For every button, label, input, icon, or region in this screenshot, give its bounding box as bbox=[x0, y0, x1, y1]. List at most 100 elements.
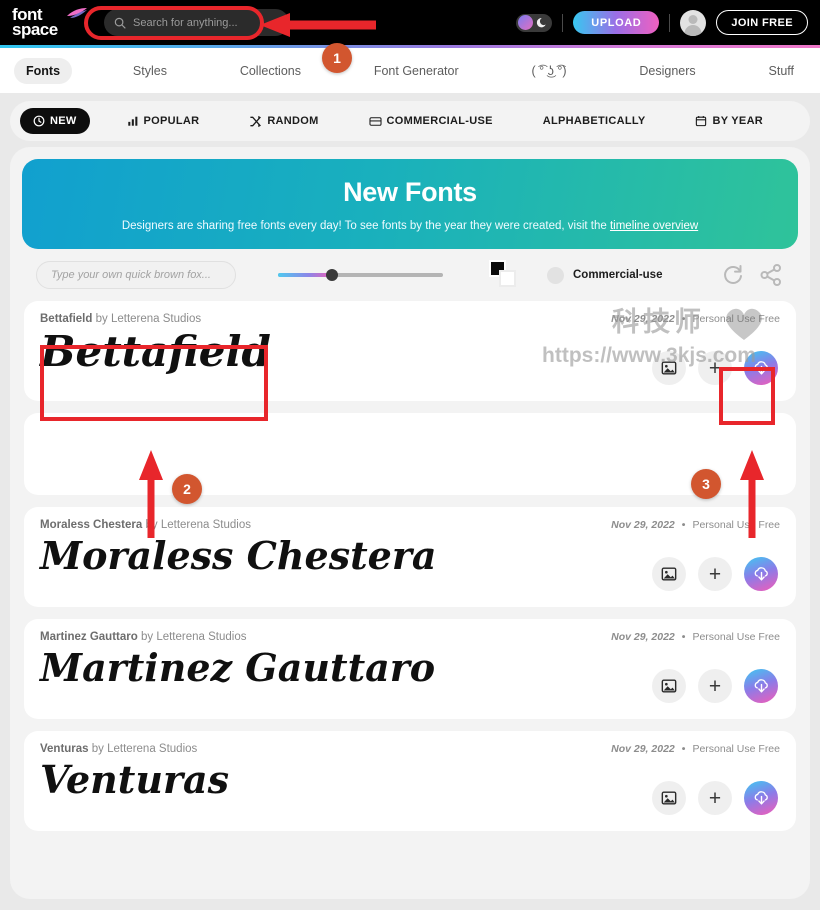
font-size-slider[interactable] bbox=[278, 267, 443, 283]
filter-new[interactable]: NEW bbox=[20, 108, 90, 134]
filter-alphabetically[interactable]: ALPHABETICALLY bbox=[530, 108, 659, 134]
share-icon[interactable] bbox=[758, 262, 784, 288]
font-date: Nov 29, 2022 bbox=[611, 743, 675, 755]
filter-random[interactable]: RANDOM bbox=[236, 108, 331, 135]
preview-controls: Commercial-use bbox=[22, 249, 798, 301]
filter-section: NEW POPULAR RANDOM COMMERCIAL-USE ALPHAB… bbox=[0, 93, 820, 147]
nav-item-collections[interactable]: Collections bbox=[228, 58, 313, 84]
font-designer[interactable]: Letterena Studios bbox=[161, 519, 251, 531]
font-card-venturas[interactable]: Venturas by Letterena Studios Nov 29, 20… bbox=[24, 731, 796, 831]
nav-item-styles[interactable]: Styles bbox=[121, 58, 179, 84]
nav-item-lenny-face[interactable]: ( ͡° ͜ʖ ͡°) bbox=[519, 58, 578, 84]
font-card-header: Bettafield by Letterena Studios Nov 29, … bbox=[40, 313, 780, 325]
download-button[interactable] bbox=[744, 669, 778, 703]
slider-fill bbox=[278, 273, 333, 277]
shuffle-icon bbox=[250, 115, 262, 127]
nav-item-fonts[interactable]: Fonts bbox=[14, 57, 73, 84]
filter-commercial-use[interactable]: COMMERCIAL-USE bbox=[356, 108, 506, 135]
download-button[interactable] bbox=[744, 557, 778, 591]
meta-separator: • bbox=[681, 313, 686, 325]
meta-separator: • bbox=[681, 519, 686, 531]
add-to-collection-icon: + bbox=[708, 674, 722, 698]
dark-mode-toggle[interactable] bbox=[516, 13, 553, 32]
nav-item-designers[interactable]: Designers bbox=[627, 58, 707, 84]
add-to-collection-button[interactable]: + bbox=[698, 557, 732, 591]
filter-popular-label: POPULAR bbox=[143, 115, 200, 127]
font-title: Venturas by Letterena Studios bbox=[40, 743, 197, 755]
add-to-collection-button[interactable]: + bbox=[698, 669, 732, 703]
font-card-header: Moraless Chestera by Letterena Studios N… bbox=[40, 519, 780, 531]
font-by-prefix: by bbox=[92, 313, 111, 325]
font-name: Bettafield bbox=[40, 313, 93, 325]
search-icon bbox=[114, 17, 126, 29]
page-root: font space UPLOAD bbox=[0, 0, 820, 910]
font-meta: Nov 29, 2022 • Personal Use Free bbox=[611, 743, 780, 755]
search-input[interactable] bbox=[133, 16, 279, 29]
join-free-button[interactable]: JOIN FREE bbox=[716, 10, 808, 35]
refresh-icon[interactable] bbox=[720, 262, 746, 288]
page-title: New Fonts bbox=[343, 176, 477, 207]
font-card-moraless-chestera[interactable]: Moraless Chestera by Letterena Studios N… bbox=[24, 507, 796, 607]
main-nav: Fonts Styles Collections Font Generator … bbox=[0, 48, 820, 93]
filter-commercial-use-label: COMMERCIAL-USE bbox=[386, 115, 493, 127]
annotation-badge-2: 2 bbox=[172, 474, 202, 504]
download-button[interactable] bbox=[744, 781, 778, 815]
font-license: Personal Use Free bbox=[692, 519, 780, 531]
add-to-collection-button[interactable]: + bbox=[698, 781, 732, 815]
color-swatches[interactable] bbox=[489, 260, 519, 290]
font-list: Bettafield by Letterena Studios Nov 29, … bbox=[22, 301, 798, 831]
image-preview-icon bbox=[661, 361, 677, 375]
font-card-header: Martinez Gauttaro by Letterena Studios N… bbox=[40, 631, 780, 643]
image-preview-button[interactable] bbox=[652, 351, 686, 385]
moon-icon bbox=[537, 17, 547, 27]
bar-chart-icon bbox=[127, 116, 137, 126]
swoosh-icon bbox=[67, 7, 87, 18]
font-by-prefix: by bbox=[88, 743, 108, 755]
preview-text-input[interactable] bbox=[36, 261, 236, 289]
header-divider-2 bbox=[669, 13, 671, 32]
background-color-swatch[interactable] bbox=[499, 270, 516, 287]
font-designer[interactable]: Letterena Studios bbox=[156, 631, 246, 643]
search-box[interactable] bbox=[104, 9, 289, 36]
main-content: New Fonts Designers are sharing free fon… bbox=[10, 147, 810, 899]
font-license: Personal Use Free bbox=[692, 743, 780, 755]
font-card-placeholder bbox=[24, 413, 796, 495]
font-by-prefix: by bbox=[137, 631, 157, 643]
nav-item-font-generator[interactable]: Font Generator bbox=[362, 58, 471, 84]
add-to-collection-button[interactable]: + bbox=[698, 351, 732, 385]
filter-new-label: NEW bbox=[50, 115, 77, 127]
nav-item-stuff[interactable]: Stuff bbox=[757, 58, 806, 84]
calendar-icon bbox=[696, 116, 707, 127]
download-icon bbox=[754, 790, 768, 805]
font-card-bettafield[interactable]: Bettafield by Letterena Studios Nov 29, … bbox=[24, 301, 796, 401]
image-preview-icon bbox=[661, 679, 677, 693]
filter-by-year-label: BY YEAR bbox=[712, 115, 764, 127]
image-preview-icon bbox=[661, 567, 677, 581]
slider-thumb[interactable] bbox=[326, 269, 338, 281]
upload-button[interactable]: UPLOAD bbox=[573, 11, 660, 34]
font-name: Moraless Chestera bbox=[40, 519, 143, 531]
font-by-prefix: by bbox=[142, 519, 161, 531]
font-designer[interactable]: Letterena Studios bbox=[107, 743, 197, 755]
site-header: font space UPLOAD bbox=[0, 0, 820, 45]
timeline-overview-link[interactable]: timeline overview bbox=[610, 220, 698, 232]
search-container[interactable] bbox=[104, 9, 289, 36]
font-name: Martinez Gauttaro bbox=[40, 631, 138, 643]
filter-bar: NEW POPULAR RANDOM COMMERCIAL-USE ALPHAB… bbox=[10, 101, 810, 141]
site-logo[interactable]: font space bbox=[12, 6, 87, 37]
image-preview-button[interactable] bbox=[652, 557, 686, 591]
font-date: Nov 29, 2022 bbox=[611, 313, 675, 325]
font-card-martinez-gauttaro[interactable]: Martinez Gauttaro by Letterena Studios N… bbox=[24, 619, 796, 719]
font-designer[interactable]: Letterena Studios bbox=[111, 313, 201, 325]
font-meta: Nov 29, 2022 • Personal Use Free bbox=[611, 313, 780, 325]
download-button[interactable] bbox=[744, 351, 778, 385]
download-icon bbox=[754, 678, 768, 693]
commercial-use-toggle[interactable] bbox=[547, 266, 564, 284]
filter-popular[interactable]: POPULAR bbox=[114, 108, 213, 134]
image-preview-button[interactable] bbox=[652, 669, 686, 703]
commercial-use-filter[interactable]: Commercial-use bbox=[547, 266, 662, 284]
image-preview-button[interactable] bbox=[652, 781, 686, 815]
user-avatar-icon[interactable] bbox=[680, 9, 707, 36]
font-meta: Nov 29, 2022 • Personal Use Free bbox=[611, 631, 780, 643]
filter-by-year[interactable]: BY YEAR bbox=[682, 108, 776, 134]
